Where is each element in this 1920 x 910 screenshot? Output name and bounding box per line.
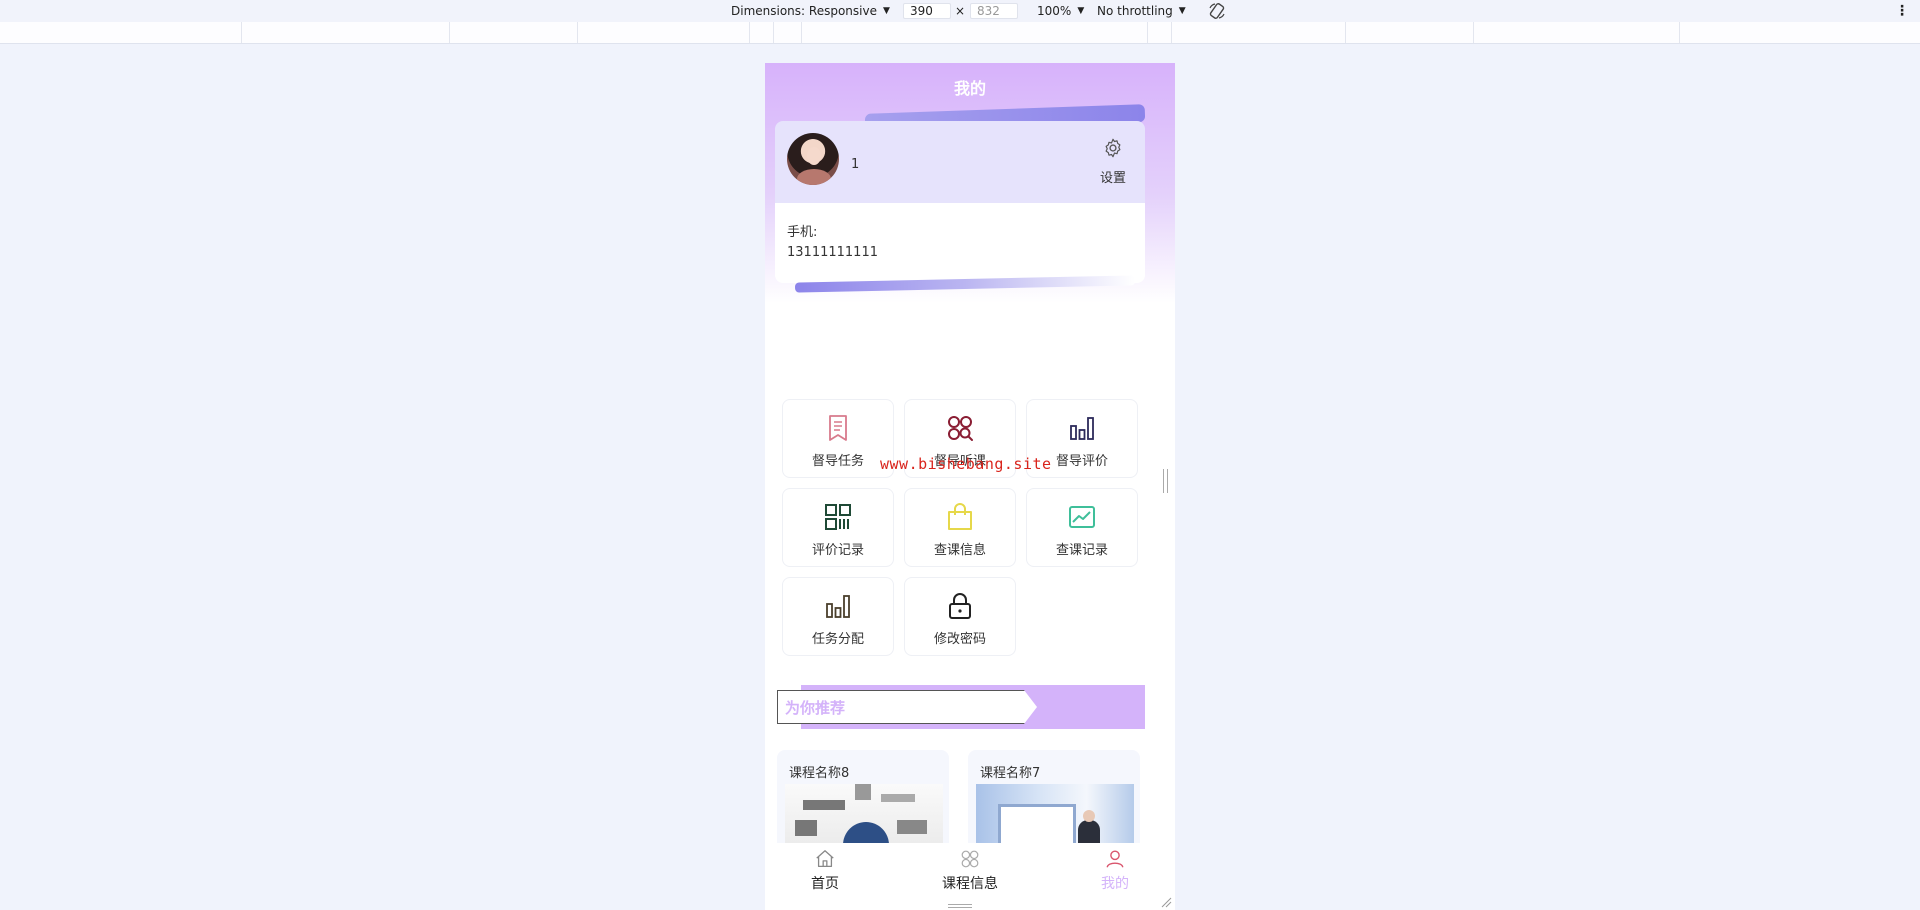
resize-corner-icon[interactable]: [1160, 896, 1172, 908]
menu-tile-label: 评价记录: [811, 543, 864, 558]
menu-tile-label: 督导任务: [811, 454, 864, 469]
more-options-button[interactable]: ⋮: [1895, 3, 1909, 19]
bar-chart-icon: [1070, 417, 1094, 440]
media-query-ruler: [0, 22, 1920, 44]
shopping-bag-icon: [948, 503, 972, 530]
throttling-label: No throttling: [1097, 4, 1173, 18]
tab-label: 我的: [1101, 876, 1129, 892]
throttling-dropdown[interactable]: No throttling ▼: [1097, 3, 1186, 19]
bookmark-icon: [829, 415, 847, 441]
menu-tile-task-assignment[interactable]: 任务分配: [782, 577, 894, 656]
menu-tile-supervise-task[interactable]: 督导任务: [782, 399, 894, 478]
menu-tile-course-check-records[interactable]: 查课记录: [1026, 488, 1138, 567]
user-name: 1: [851, 157, 860, 172]
menu-tile-label: 查课信息: [933, 543, 986, 558]
resize-handle-bottom[interactable]: [948, 904, 972, 908]
course-name: 课程名称8: [789, 766, 850, 781]
grid-flower-icon: [961, 850, 979, 868]
dimensions-label: Dimensions: Responsive: [731, 4, 877, 18]
phone-viewport: 我的 1 设置 手机: 13111111111 为你推荐 课程名称8 课程名称7: [765, 63, 1175, 910]
circles-search-icon: [948, 416, 973, 441]
width-input[interactable]: 390: [903, 3, 951, 19]
menu-tile-evaluation-records[interactable]: 评价记录: [782, 488, 894, 567]
tab-home[interactable]: 首页: [765, 843, 885, 893]
rotate-button[interactable]: [1208, 3, 1226, 19]
menu-tile-course-check-info[interactable]: 查课信息: [904, 488, 1016, 567]
phone-value: 13111111111: [787, 245, 878, 260]
qr-grid-icon: [825, 504, 851, 530]
lock-icon: [949, 593, 971, 619]
devtools-toolbar: Dimensions: Responsive ▼ 390 × 832 100% …: [0, 0, 1920, 22]
menu-tile-label: 修改密码: [933, 632, 986, 647]
chevron-down-icon: ▼: [882, 6, 890, 16]
tab-mine[interactable]: 我的: [1055, 843, 1175, 893]
menu-tile-change-password[interactable]: 修改密码: [904, 577, 1016, 656]
recommend-header: 为你推荐: [777, 685, 1145, 729]
settings-label: 设置: [1099, 171, 1126, 186]
kebab-icon: ⋮: [1895, 3, 1909, 19]
info-card: 手机: 13111111111: [775, 203, 1145, 283]
zoom-dropdown[interactable]: 100% ▼: [1037, 3, 1084, 19]
watermark: www.bishebang.site: [880, 455, 1052, 473]
settings-button[interactable]: 设置: [1095, 137, 1131, 186]
height-input[interactable]: 832: [970, 3, 1018, 19]
tab-label: 课程信息: [942, 876, 998, 892]
gear-icon: [1105, 138, 1121, 158]
course-name: 课程名称7: [980, 766, 1041, 781]
trend-image-icon: [1069, 506, 1095, 528]
chevron-down-icon: ▼: [1077, 6, 1085, 16]
dimensions-dropdown[interactable]: Dimensions: Responsive ▼: [731, 3, 890, 19]
times-icon: ×: [955, 4, 966, 18]
user-card: 1 设置: [775, 121, 1145, 203]
tab-course-info[interactable]: 课程信息: [910, 843, 1030, 893]
rotate-icon: [1209, 3, 1225, 19]
zoom-label: 100%: [1037, 4, 1072, 18]
menu-tile-label: 任务分配: [811, 632, 864, 647]
bar-chart-icon: [826, 595, 850, 618]
phone-label: 手机:: [787, 225, 818, 240]
menu-tile-label: 查课记录: [1055, 543, 1108, 558]
avatar[interactable]: [787, 133, 839, 185]
person-icon: [1106, 850, 1124, 868]
recommend-title: 为你推荐: [785, 699, 846, 717]
page-title: 我的: [953, 79, 986, 98]
home-icon: [816, 850, 834, 867]
resize-handle-right[interactable]: [1163, 469, 1168, 493]
bottom-tab-bar: 首页 课程信息 我的: [765, 843, 1175, 893]
chevron-down-icon: ▼: [1178, 6, 1186, 16]
tab-label: 首页: [811, 876, 839, 892]
